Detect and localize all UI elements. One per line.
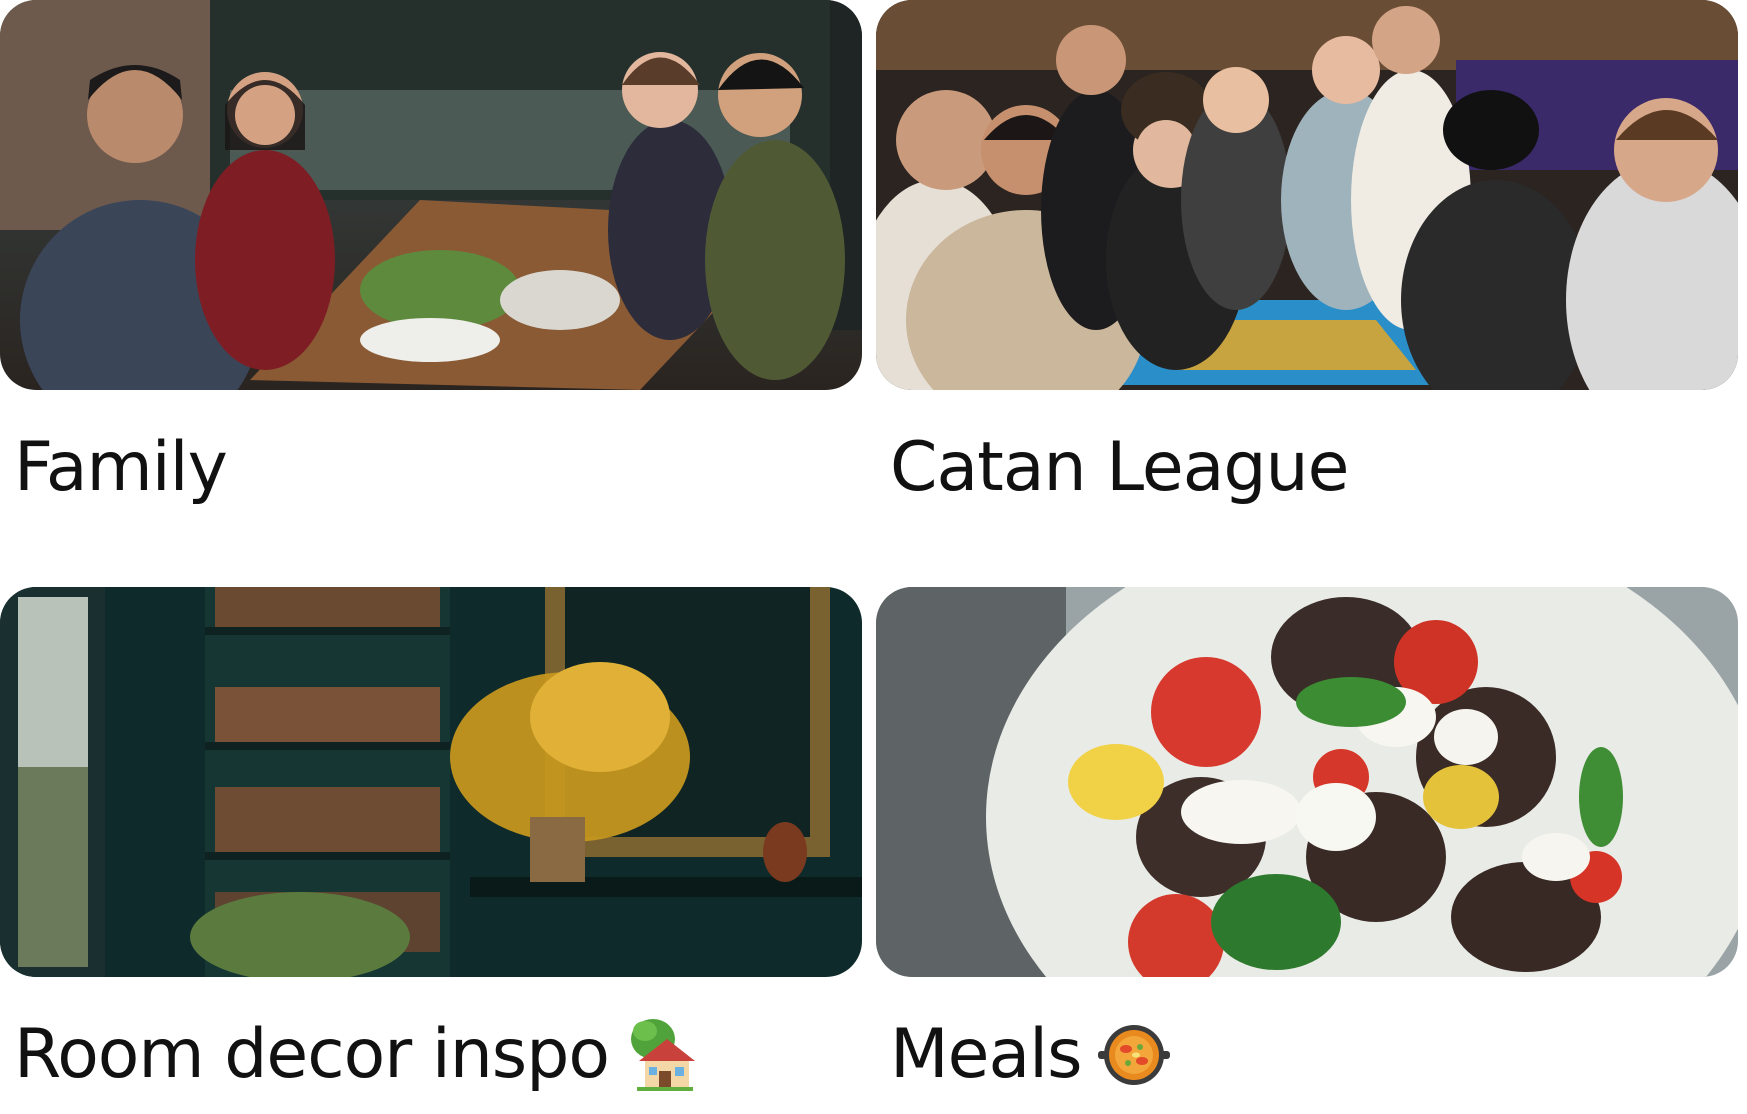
album-title: Catan League: [890, 428, 1349, 508]
album-thumbnail-catan-league[interactable]: [876, 0, 1738, 390]
house-with-tree-icon: [623, 1017, 699, 1093]
album-title-text: Catan League: [890, 428, 1349, 507]
album-card-catan-league[interactable]: Catan League: [876, 0, 1738, 507]
family-dinner-photo: [0, 0, 862, 390]
eggplant-salad-photo: [876, 587, 1738, 977]
album-title: Family: [14, 428, 228, 508]
album-thumbnail-family[interactable]: [0, 0, 862, 390]
album-thumbnail-meals[interactable]: [876, 587, 1738, 977]
album-title-text: Family: [14, 428, 228, 507]
album-title: Meals: [890, 1015, 1172, 1095]
bookshelf-room-photo: [0, 587, 862, 977]
paella-pan-icon: [1096, 1017, 1172, 1093]
album-thumbnail-room-decor-inspo[interactable]: [0, 587, 862, 977]
album-card-meals[interactable]: Meals: [876, 587, 1738, 1094]
album-title: Room decor inspo: [14, 1015, 699, 1095]
board-game-group-photo: [876, 0, 1738, 390]
album-card-family[interactable]: Family: [0, 0, 862, 507]
album-title-text: Room decor inspo: [14, 1015, 610, 1094]
album-card-room-decor-inspo[interactable]: Room decor inspo: [0, 587, 862, 1094]
album-title-text: Meals: [890, 1015, 1082, 1094]
album-grid: Family Catan League Room decor inspo Mea…: [0, 0, 1747, 1114]
